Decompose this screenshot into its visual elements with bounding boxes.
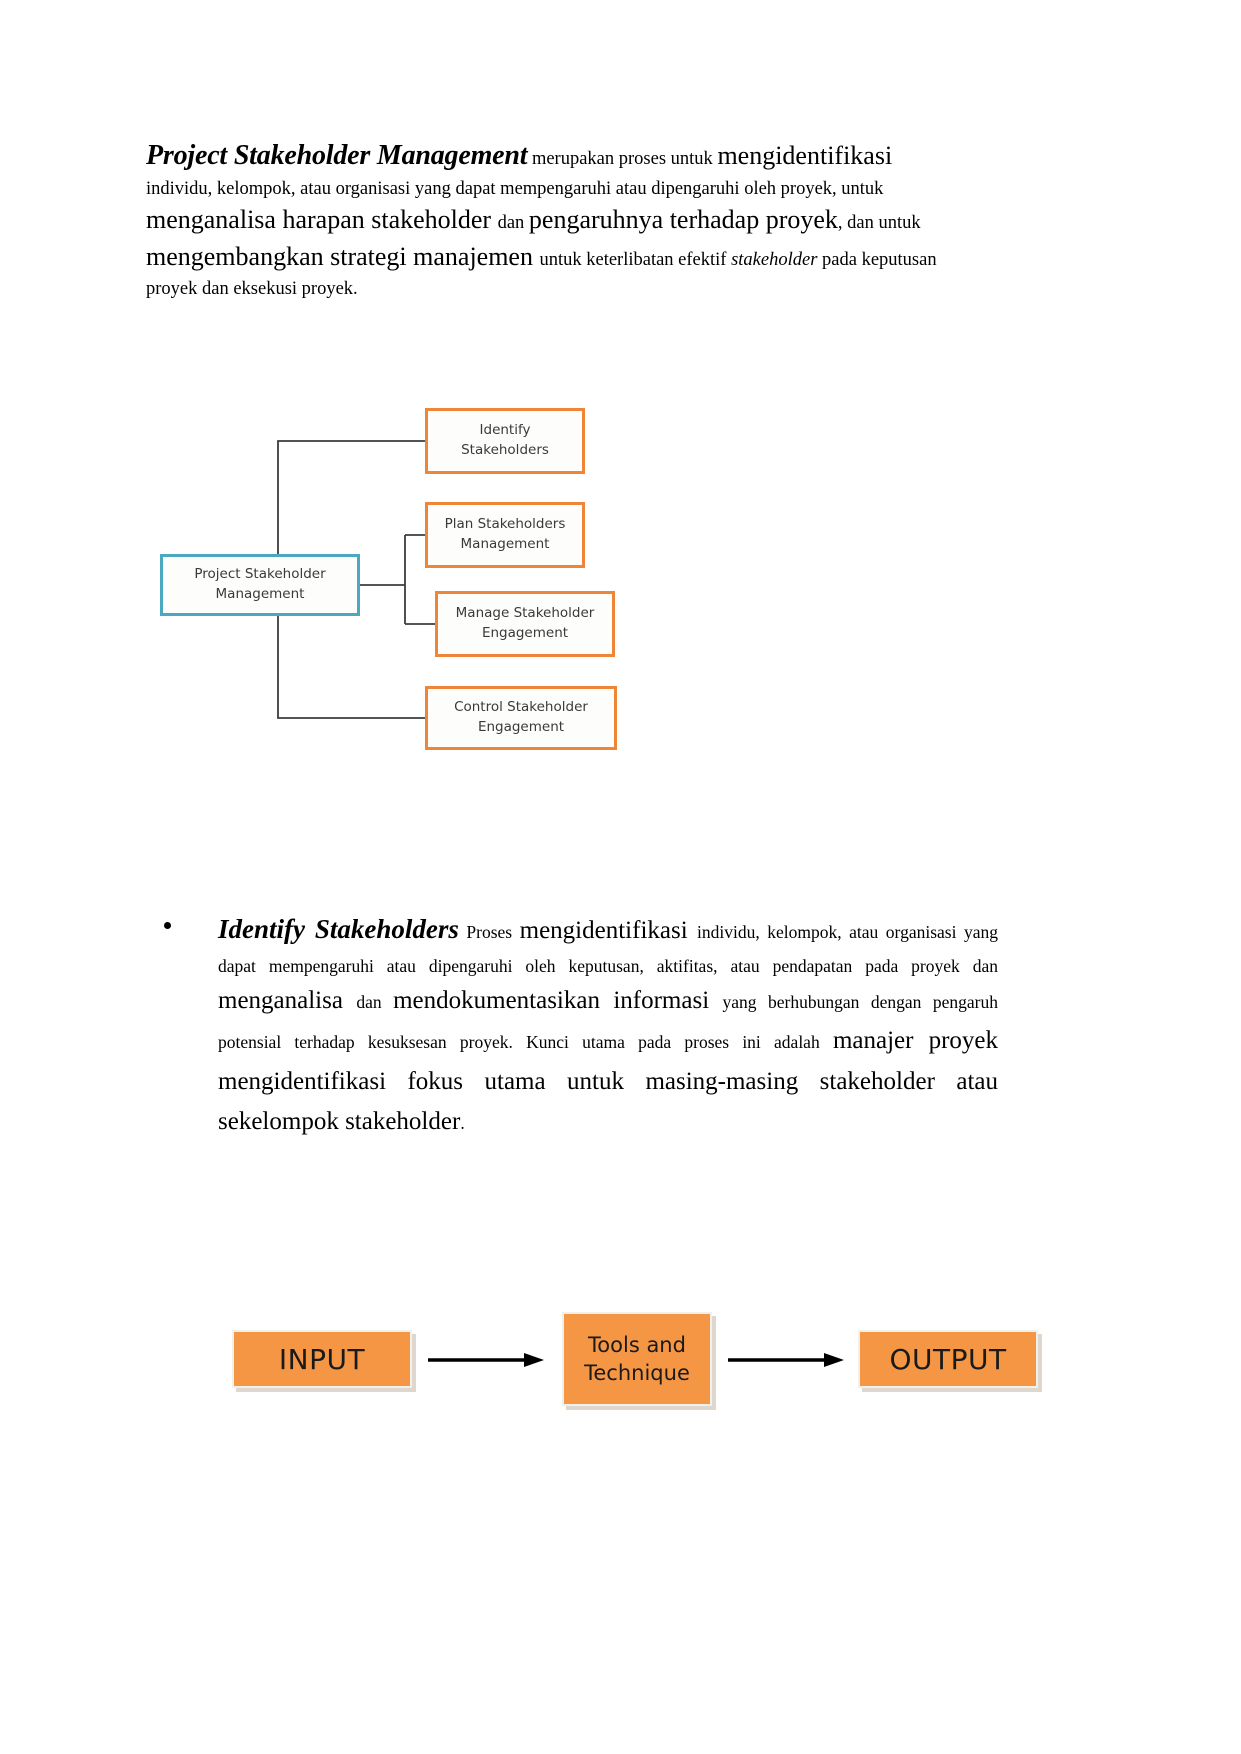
node-label-line2: Stakeholders <box>461 442 549 458</box>
intro-run-1: merupakan proses untuk <box>527 149 718 169</box>
identify-stakeholders-bullet: Identify Stakeholders Proses mengidentif… <box>164 908 998 1143</box>
flow-box-input[interactable]: INPUT <box>232 1330 412 1388</box>
input-tools-output-flow-diagram: INPUT Tools and Technique OUTPUT <box>232 1306 1044 1416</box>
bullet-run-9: . <box>460 1113 465 1134</box>
bullet-run-4: menganalisa <box>218 986 357 1014</box>
flow-box-tools-label-line1: Tools and <box>588 1332 686 1357</box>
intro-run-4: menganalisa harapan stakeholder <box>146 205 498 235</box>
bullet-marker-icon <box>164 922 171 929</box>
intro-paragraph: Project Stakeholder Management merupakan… <box>146 136 964 302</box>
arrow-right-icon-2 <box>728 1353 844 1367</box>
node-label-line1: Plan Stakeholders <box>444 516 566 533</box>
flow-box-output[interactable]: OUTPUT <box>858 1330 1038 1388</box>
stakeholder-process-diagram: Project Stakeholder Management Identify … <box>160 408 660 796</box>
intro-run-7: , dan untuk <box>837 213 921 234</box>
intro-run-6: pengaruhnya terhadap proyek <box>528 205 838 235</box>
arrow-right-icon-1 <box>428 1353 544 1367</box>
intro-run-9: untuk keterlibatan efektif <box>539 249 732 270</box>
flow-box-tools-label-line2: Technique <box>584 1361 690 1385</box>
intro-run-3: individu, kelompok, atau organisasi yang… <box>146 178 884 199</box>
bullet-run-1: Proses <box>458 922 520 942</box>
bullet-title-run: Identify Stakeholders <box>218 914 459 944</box>
node-label-line2: Engagement <box>477 719 565 735</box>
document-page: Project Stakeholder Management merupakan… <box>0 0 1241 1754</box>
diagram-node-plan-stakeholders-management[interactable]: Plan Stakeholders Management <box>425 502 585 568</box>
node-label-line2: Management <box>215 586 305 602</box>
intro-run-8: mengembangkan strategi manajemen <box>146 241 540 271</box>
intro-run-5: dan <box>497 213 529 234</box>
node-label-line1: Control Stakeholder <box>454 699 588 716</box>
diagram-node-identify-stakeholders[interactable]: Identify Stakeholders <box>425 408 585 474</box>
bullet-paragraph: Identify Stakeholders Proses mengidentif… <box>164 908 998 1143</box>
node-label-line1: Project Stakeholder <box>194 566 326 583</box>
bullet-run-5: dan <box>356 991 394 1012</box>
diagram-node-manage-stakeholder-engagement[interactable]: Manage Stakeholder Engagement <box>435 591 615 657</box>
node-label-line1: Identify <box>479 422 531 439</box>
node-label-line2: Engagement <box>481 625 569 641</box>
flow-box-output-label: OUTPUT <box>889 1342 1007 1376</box>
flow-box-tools-and-technique[interactable]: Tools and Technique <box>562 1312 712 1406</box>
intro-title-run: Project Stakeholder Management <box>146 140 528 171</box>
diagram-node-control-stakeholder-engagement[interactable]: Control Stakeholder Engagement <box>425 686 617 750</box>
flow-box-input-label: INPUT <box>278 1342 366 1376</box>
node-label-line1: Manage Stakeholder <box>455 605 595 622</box>
bullet-run-6: mendokumentasikan informasi <box>393 986 723 1014</box>
diagram-node-project-stakeholder-management[interactable]: Project Stakeholder Management <box>160 554 360 616</box>
intro-run-italic: stakeholder <box>731 249 818 270</box>
bullet-run-2: mengidentifikasi <box>519 917 698 944</box>
intro-run-2: mengidentifikasi <box>717 141 893 170</box>
node-label-line2: Management <box>460 536 550 552</box>
